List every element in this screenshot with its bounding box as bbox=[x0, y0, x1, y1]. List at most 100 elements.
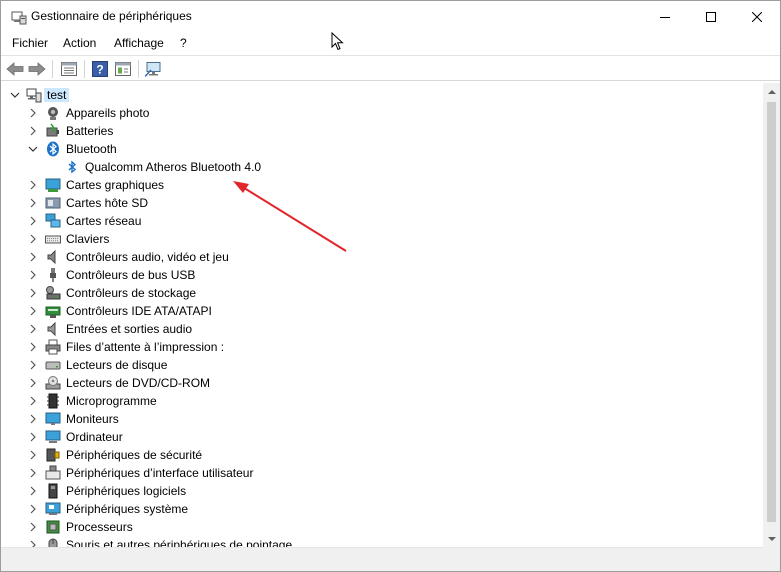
tree-category-lecteurs-disque[interactable]: Lecteurs de disque bbox=[1, 356, 761, 374]
tree-category-peripheriques-interface[interactable]: Périphériques d’interface utilisateur bbox=[1, 464, 761, 482]
expand-chevron-icon[interactable] bbox=[27, 269, 39, 281]
tree-category-controleurs-usb[interactable]: Contrôleurs de bus USB bbox=[1, 266, 761, 284]
tree-category-cartes-reseau[interactable]: Cartes réseau bbox=[1, 212, 761, 230]
maximize-button[interactable] bbox=[688, 1, 734, 32]
collapse-chevron-icon[interactable] bbox=[27, 143, 39, 155]
software-device-icon bbox=[45, 483, 61, 499]
firmware-icon bbox=[45, 393, 61, 409]
expand-chevron-icon[interactable] bbox=[27, 341, 39, 353]
scroll-down-arrow-icon bbox=[767, 536, 776, 541]
computer-root-icon bbox=[26, 87, 42, 103]
tree-category-cartes-hote-sd[interactable]: Cartes hôte SD bbox=[1, 194, 761, 212]
computer-icon bbox=[45, 429, 61, 445]
back-button[interactable] bbox=[5, 59, 25, 79]
network-adapter-icon bbox=[45, 213, 61, 229]
help-icon: ? bbox=[92, 61, 108, 77]
tree-category-files-attente[interactable]: Files d’attente à l’impression : bbox=[1, 338, 761, 356]
menu-help[interactable]: ? bbox=[180, 36, 187, 50]
expand-chevron-icon[interactable] bbox=[27, 251, 39, 263]
expand-chevron-icon[interactable] bbox=[27, 521, 39, 533]
expand-chevron-icon[interactable] bbox=[27, 449, 39, 461]
tree-category-controleurs-stockage[interactable]: Contrôleurs de stockage bbox=[1, 284, 761, 302]
help-button[interactable]: ? bbox=[90, 59, 110, 79]
scrollbar-corner bbox=[763, 547, 780, 564]
tree-category-cartes-graphiques[interactable]: Cartes graphiques bbox=[1, 176, 761, 194]
tree-category-controleurs-audio[interactable]: Contrôleurs audio, vidéo et jeu bbox=[1, 248, 761, 266]
expand-chevron-icon[interactable] bbox=[27, 305, 39, 317]
tree-category-claviers[interactable]: Claviers bbox=[1, 230, 761, 248]
toolbar: ? bbox=[1, 55, 780, 81]
tree-root[interactable]: test bbox=[1, 86, 761, 104]
category-label: Entrées et sorties audio bbox=[66, 322, 193, 336]
tree-category-lecteurs-dvd[interactable]: Lecteurs de DVD/CD-ROM bbox=[1, 374, 761, 392]
scroll-down-button[interactable] bbox=[763, 530, 780, 547]
expand-chevron-icon[interactable] bbox=[27, 179, 39, 191]
minimize-button[interactable] bbox=[642, 1, 688, 32]
menu-fichier[interactable]: Fichier bbox=[12, 36, 48, 50]
expand-chevron-icon[interactable] bbox=[27, 107, 39, 119]
horizontal-scrollbar[interactable] bbox=[1, 547, 763, 564]
toolbar-separator bbox=[52, 60, 53, 78]
tree-category-souris[interactable]: Souris et autres périphériques de pointa… bbox=[1, 536, 761, 547]
tree-category-peripheriques-logiciels[interactable]: Périphériques logiciels bbox=[1, 482, 761, 500]
collapse-chevron-icon[interactable] bbox=[9, 89, 21, 101]
category-label: Contrôleurs IDE ATA/ATAPI bbox=[66, 304, 212, 318]
expand-chevron-icon[interactable] bbox=[27, 413, 39, 425]
tree-category-peripheriques-securite[interactable]: Périphériques de sécurité bbox=[1, 446, 761, 464]
tree-category-controleurs-ide[interactable]: Contrôleurs IDE ATA/ATAPI bbox=[1, 302, 761, 320]
expand-chevron-icon[interactable] bbox=[27, 197, 39, 209]
tree-device-qualcomm-bluetooth[interactable]: Qualcomm Atheros Bluetooth 4.0 bbox=[1, 158, 761, 176]
tree-category-batteries[interactable]: Batteries bbox=[1, 122, 761, 140]
vertical-scrollbar[interactable] bbox=[763, 83, 780, 547]
menu-action[interactable]: Action bbox=[63, 36, 96, 50]
expand-chevron-icon[interactable] bbox=[27, 287, 39, 299]
processor-icon bbox=[45, 519, 61, 535]
properties-icon bbox=[61, 62, 77, 76]
category-label: Batteries bbox=[66, 124, 114, 138]
expand-chevron-icon[interactable] bbox=[27, 485, 39, 497]
view-button[interactable] bbox=[113, 59, 133, 79]
status-bar bbox=[1, 564, 780, 571]
category-label: Microprogramme bbox=[66, 394, 157, 408]
title-bar[interactable]: Gestionnaire de périphériques bbox=[1, 1, 780, 32]
properties-button[interactable] bbox=[59, 59, 79, 79]
tree-category-bluetooth[interactable]: Bluetooth bbox=[1, 140, 761, 158]
expand-chevron-icon[interactable] bbox=[27, 233, 39, 245]
tree-category-peripheriques-systeme[interactable]: Périphériques système bbox=[1, 500, 761, 518]
expand-chevron-icon[interactable] bbox=[27, 359, 39, 371]
tree-category-moniteurs[interactable]: Moniteurs bbox=[1, 410, 761, 428]
scan-hardware-button[interactable] bbox=[144, 59, 164, 79]
category-label: Ordinateur bbox=[66, 430, 123, 444]
category-label: Contrôleurs de stockage bbox=[66, 286, 197, 300]
menu-affichage[interactable]: Affichage bbox=[114, 36, 164, 50]
category-label: Appareils photo bbox=[66, 106, 150, 120]
tree-category-entrees-sorties-audio[interactable]: Entrées et sorties audio bbox=[1, 320, 761, 338]
close-button[interactable] bbox=[734, 1, 780, 32]
expand-chevron-icon[interactable] bbox=[27, 323, 39, 335]
expand-chevron-icon[interactable] bbox=[27, 431, 39, 443]
scroll-up-button[interactable] bbox=[763, 83, 780, 100]
scroll-up-arrow-icon bbox=[767, 89, 776, 94]
window-title: Gestionnaire de périphériques bbox=[31, 9, 192, 23]
tree-category-ordinateur[interactable]: Ordinateur bbox=[1, 428, 761, 446]
device-tree[interactable]: test Appareils photo Batteries Bluetooth… bbox=[1, 83, 763, 547]
toolbar-separator bbox=[84, 60, 85, 78]
expand-chevron-icon[interactable] bbox=[27, 395, 39, 407]
expand-chevron-icon[interactable] bbox=[27, 125, 39, 137]
expand-chevron-icon[interactable] bbox=[27, 467, 39, 479]
bluetooth-icon bbox=[64, 159, 80, 175]
forward-button[interactable] bbox=[27, 59, 47, 79]
tree-category-appareils-photo[interactable]: Appareils photo bbox=[1, 104, 761, 122]
view-icon bbox=[115, 62, 131, 76]
expand-chevron-icon[interactable] bbox=[27, 503, 39, 515]
svg-text:?: ? bbox=[96, 63, 103, 77]
expand-chevron-icon[interactable] bbox=[27, 215, 39, 227]
tree-category-microprogramme[interactable]: Microprogramme bbox=[1, 392, 761, 410]
bluetooth-icon bbox=[45, 141, 61, 157]
menu-bar: Fichier Action Affichage ? bbox=[1, 32, 780, 54]
sd-host-icon bbox=[45, 195, 61, 211]
vertical-scroll-thumb[interactable] bbox=[767, 102, 776, 522]
expand-chevron-icon[interactable] bbox=[27, 539, 39, 547]
tree-category-processeurs[interactable]: Processeurs bbox=[1, 518, 761, 536]
expand-chevron-icon[interactable] bbox=[27, 377, 39, 389]
